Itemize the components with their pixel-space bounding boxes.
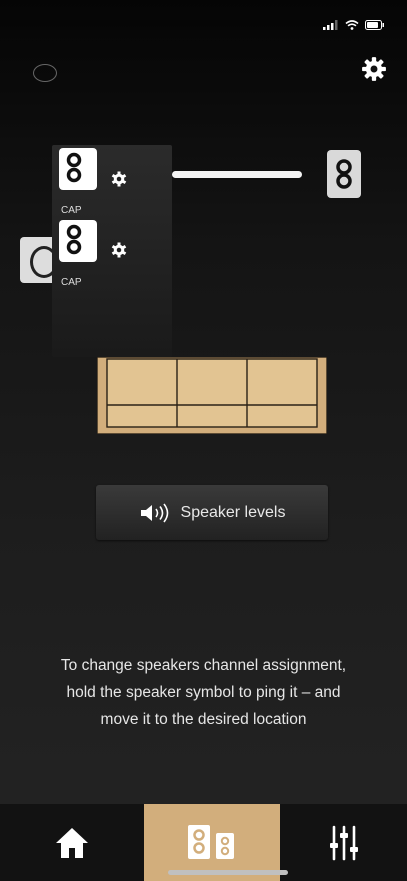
speaker-levels-label: Speaker levels [180,503,286,521]
signal-icon [323,20,338,30]
cap-label: CAP [61,205,82,216]
instruction-line: hold the speaker symbol to ping it – and [66,684,341,701]
home-icon [56,827,88,858]
speaker-assignment-popup: CAP CAP [52,145,172,357]
tv-bar [172,171,302,178]
speaker-settings-gear-icon[interactable] [110,170,128,188]
brand-logo [33,64,57,82]
cap-speaker-1[interactable] [59,148,97,190]
home-indicator [168,870,288,875]
instruction-line: To change speakers channel assignment, [60,657,347,674]
tab-equalizer[interactable] [280,804,407,881]
speaker-icon [336,159,352,189]
speaker-settings-gear-icon[interactable] [110,241,128,259]
sofa-illustration [97,357,327,434]
speaker-front-right[interactable] [327,150,361,198]
instructions-text: To change speakers channel assignment, h… [20,652,387,733]
cap-speaker-2[interactable] [59,220,97,262]
speaker-icon [66,152,82,183]
equalizer-sliders-icon [329,825,358,860]
volume-icon [140,503,168,522]
settings-gear-icon[interactable] [361,56,387,82]
cap-label: CAP [61,277,82,288]
status-bar [323,20,385,30]
wifi-icon [345,20,359,30]
speaker-levels-button[interactable]: Speaker levels [96,485,328,540]
speakers-icon [188,824,234,859]
tab-home[interactable] [0,804,144,881]
battery-icon [365,20,384,30]
speaker-icon [66,224,82,255]
instruction-line: move it to the desired location [100,711,307,728]
